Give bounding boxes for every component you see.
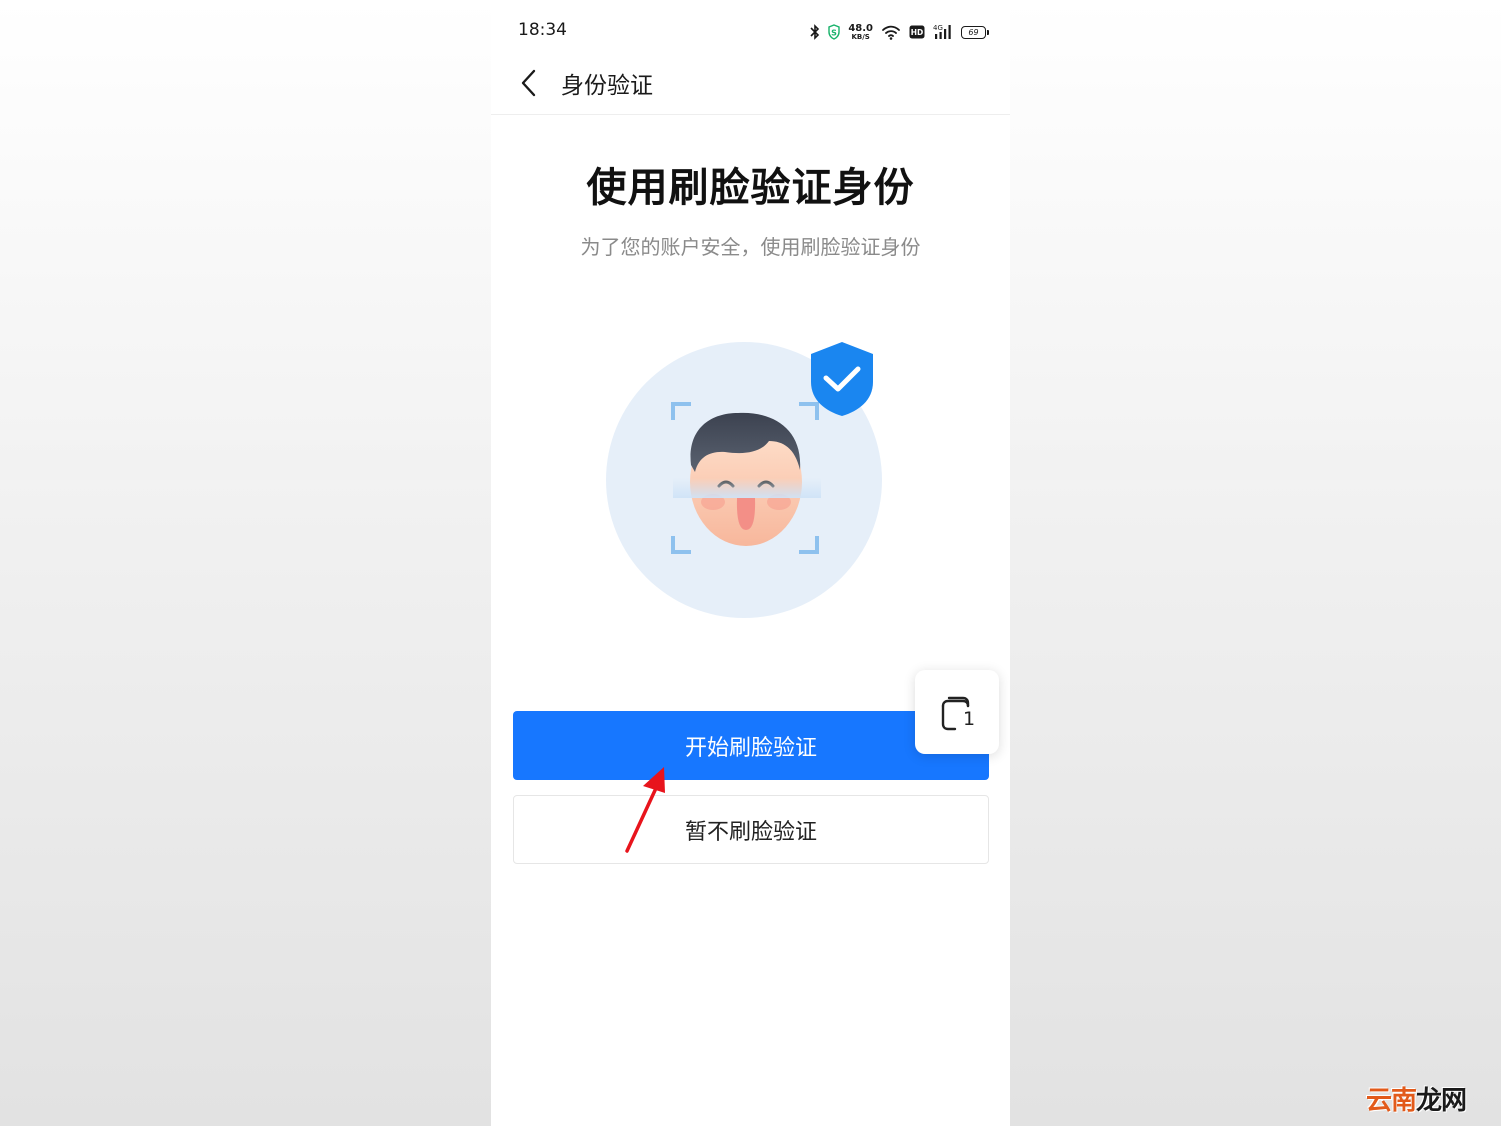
status-bar: 18:34 S 48.0 KB/S HD 4G 69 xyxy=(491,14,1010,50)
svg-text:HD: HD xyxy=(911,28,924,37)
back-button[interactable] xyxy=(509,63,549,103)
status-time: 18:34 xyxy=(518,20,567,40)
phone-screen: 18:34 S 48.0 KB/S HD 4G 69 身份验证 使用刷脸验证身份… xyxy=(491,0,1010,1126)
svg-text:S: S xyxy=(831,29,837,38)
subtitle: 为了您的账户安全，使用刷脸验证身份 xyxy=(580,235,921,259)
main-heading: 使用刷脸验证身份 xyxy=(586,165,915,211)
face-verification-illustration xyxy=(591,330,891,630)
nav-bar: 身份验证 xyxy=(491,55,1010,115)
battery-icon: 69 xyxy=(961,25,989,39)
watermark-part2: 龙网 xyxy=(1416,1086,1467,1116)
svg-text:4G: 4G xyxy=(933,24,943,32)
bluetooth-icon xyxy=(810,24,820,40)
watermark-part1: 云南 xyxy=(1366,1086,1417,1116)
net-speed-value: 48.0 xyxy=(848,22,873,34)
multi-window-button[interactable]: 1 xyxy=(915,670,999,754)
net-speed: 48.0 KB/S xyxy=(848,22,873,41)
status-icons: S 48.0 KB/S HD 4G 69 xyxy=(810,20,989,44)
watermark-logo: 云南龙网 xyxy=(1366,1080,1467,1117)
chevron-left-icon xyxy=(521,69,536,97)
battery-level: 69 xyxy=(968,27,979,37)
skip-face-verification-button[interactable]: 暂不刷脸验证 xyxy=(513,795,989,864)
scan-line xyxy=(673,478,821,498)
net-speed-unit: KB/S xyxy=(851,32,870,41)
hd-icon: HD xyxy=(909,25,925,39)
window-count: 1 xyxy=(963,708,976,730)
page-title: 身份验证 xyxy=(561,73,653,99)
shield-s-icon: S xyxy=(828,24,841,40)
wifi-icon xyxy=(882,25,900,40)
signal-4g-icon: 4G xyxy=(933,24,951,39)
